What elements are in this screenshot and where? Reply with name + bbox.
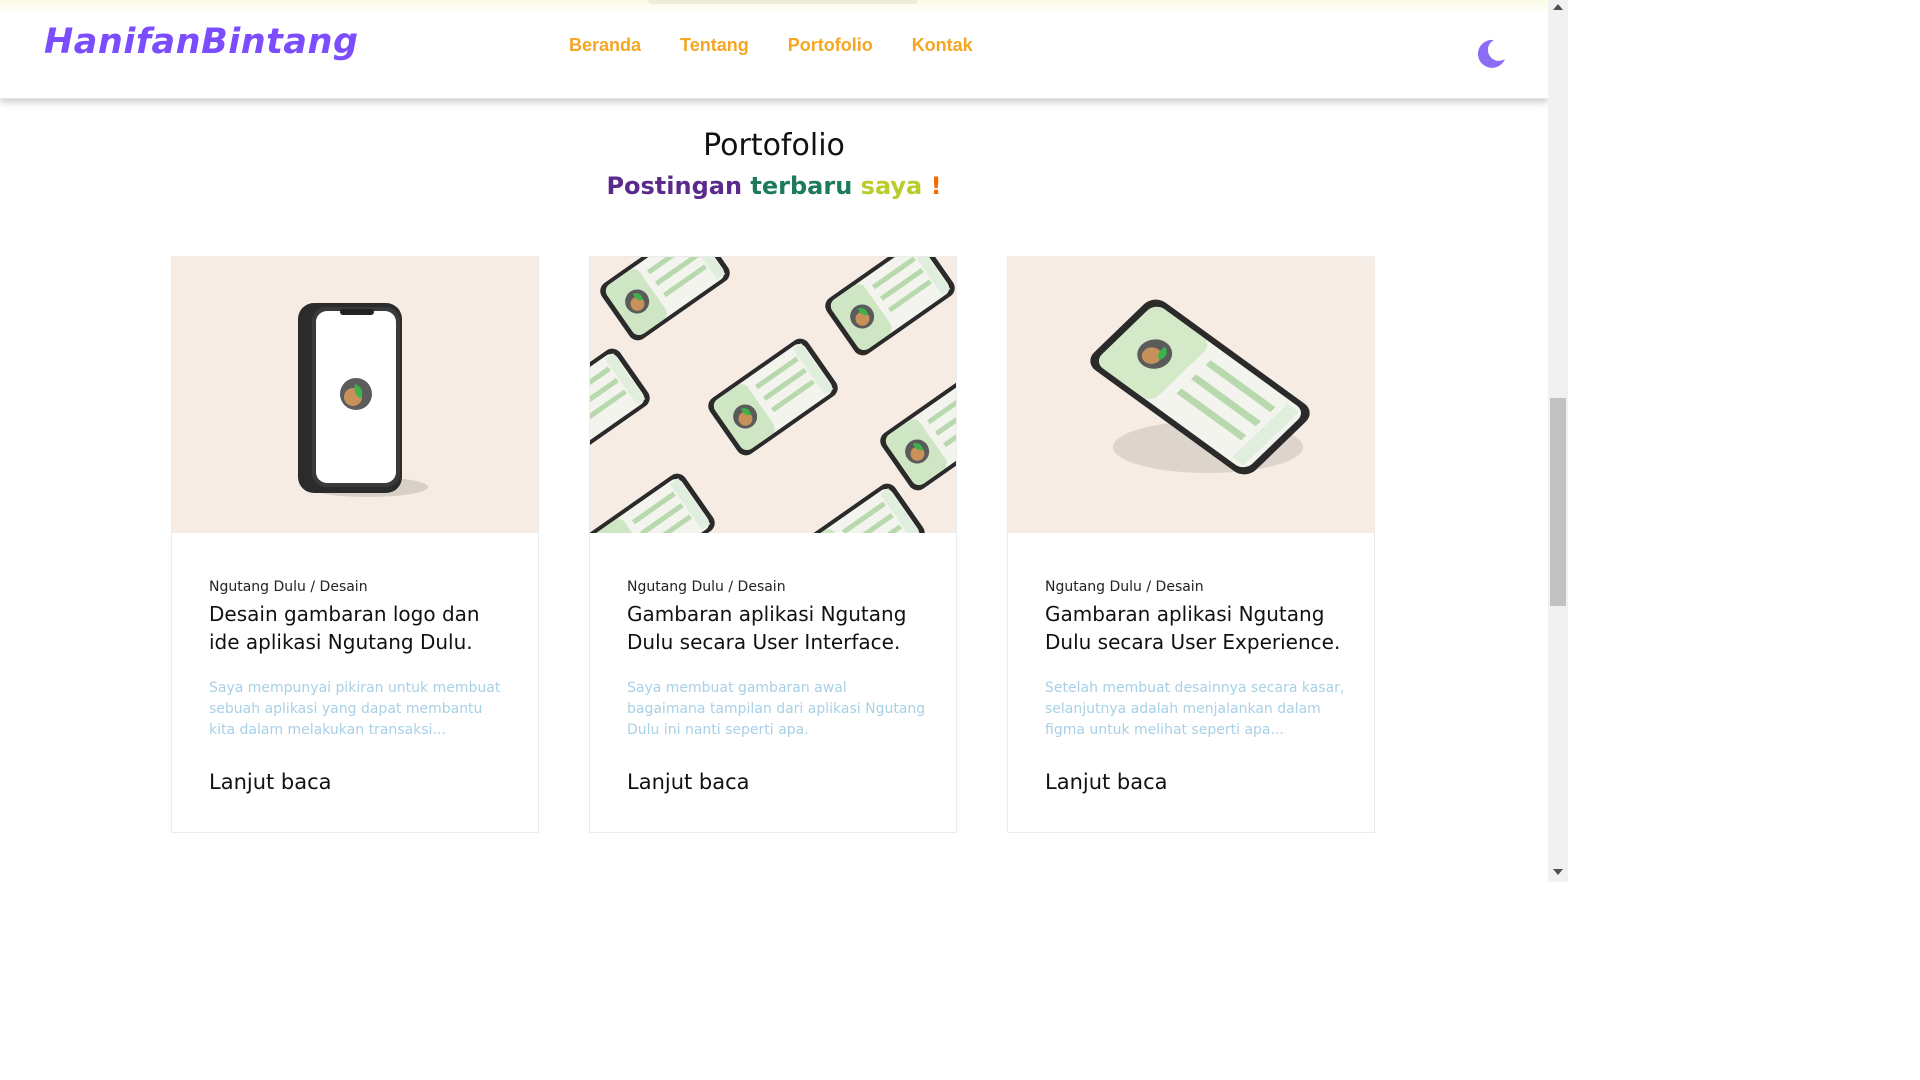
card-image-phone-front (172, 257, 538, 533)
portfolio-card[interactable]: Ngutang Dulu / Desain Gambaran aplikasi … (589, 256, 957, 833)
card-excerpt: Saya membuat gambaran awal bagaimana tam… (627, 680, 926, 738)
site-logo[interactable]: HanifanBintang (44, 22, 359, 62)
card-image-phone-pattern (590, 257, 956, 533)
card-excerpt: Setelah membuat desainnya secara kasar, … (1045, 680, 1345, 738)
card-title[interactable]: Desain gambaran logo dan ide aplikasi Ng… (209, 600, 509, 656)
subtitle-word: saya (860, 172, 923, 200)
main-nav: Beranda Tentang Portofolio Kontak (569, 35, 973, 56)
card-body: Ngutang Dulu / Desain Gambaran aplikasi … (1045, 579, 1345, 741)
scrollbar-thumb[interactable] (1550, 398, 1566, 606)
read-more-link[interactable]: Lanjut baca (627, 770, 750, 794)
section-subtitle: Postingan terbaru saya ! (0, 172, 1548, 200)
card-category: Ngutang Dulu / Desain (627, 579, 786, 595)
read-more-link[interactable]: Lanjut baca (209, 770, 332, 794)
card-excerpt: Saya mempunyai pikiran untuk membuat seb… (209, 680, 501, 738)
nav-portofolio[interactable]: Portofolio (788, 35, 873, 56)
section-title: Portofolio (703, 128, 845, 163)
read-more-link[interactable]: Lanjut baca (1045, 770, 1168, 794)
nav-tentang[interactable]: Tentang (680, 35, 749, 56)
card-image-phone-tilted (1008, 257, 1374, 533)
portfolio-card[interactable]: Ngutang Dulu / Desain Gambaran aplikasi … (1007, 256, 1375, 833)
card-title[interactable]: Gambaran aplikasi Ngutang Dulu secara Us… (1045, 600, 1345, 656)
nav-kontak[interactable]: Kontak (912, 35, 973, 56)
card-body: Ngutang Dulu / Desain Gambaran aplikasi … (627, 579, 927, 741)
card-body: Ngutang Dulu / Desain Desain gambaran lo… (209, 579, 509, 741)
card-category: Ngutang Dulu / Desain (1045, 579, 1204, 595)
scroll-down-arrow-icon[interactable] (1553, 869, 1563, 875)
subtitle-word: ! (930, 172, 942, 200)
nav-beranda[interactable]: Beranda (569, 35, 641, 56)
card-title[interactable]: Gambaran aplikasi Ngutang Dulu secara Us… (627, 600, 927, 656)
moon-icon[interactable] (1474, 37, 1506, 69)
site-header: HanifanBintang Beranda Tentang Portofoli… (0, 0, 1548, 99)
subtitle-word: terbaru (750, 172, 853, 200)
portfolio-card[interactable]: Ngutang Dulu / Desain Desain gambaran lo… (171, 256, 539, 833)
scroll-up-arrow-icon[interactable] (1553, 4, 1563, 10)
subtitle-word: Postingan (606, 172, 743, 200)
card-category: Ngutang Dulu / Desain (209, 579, 368, 595)
